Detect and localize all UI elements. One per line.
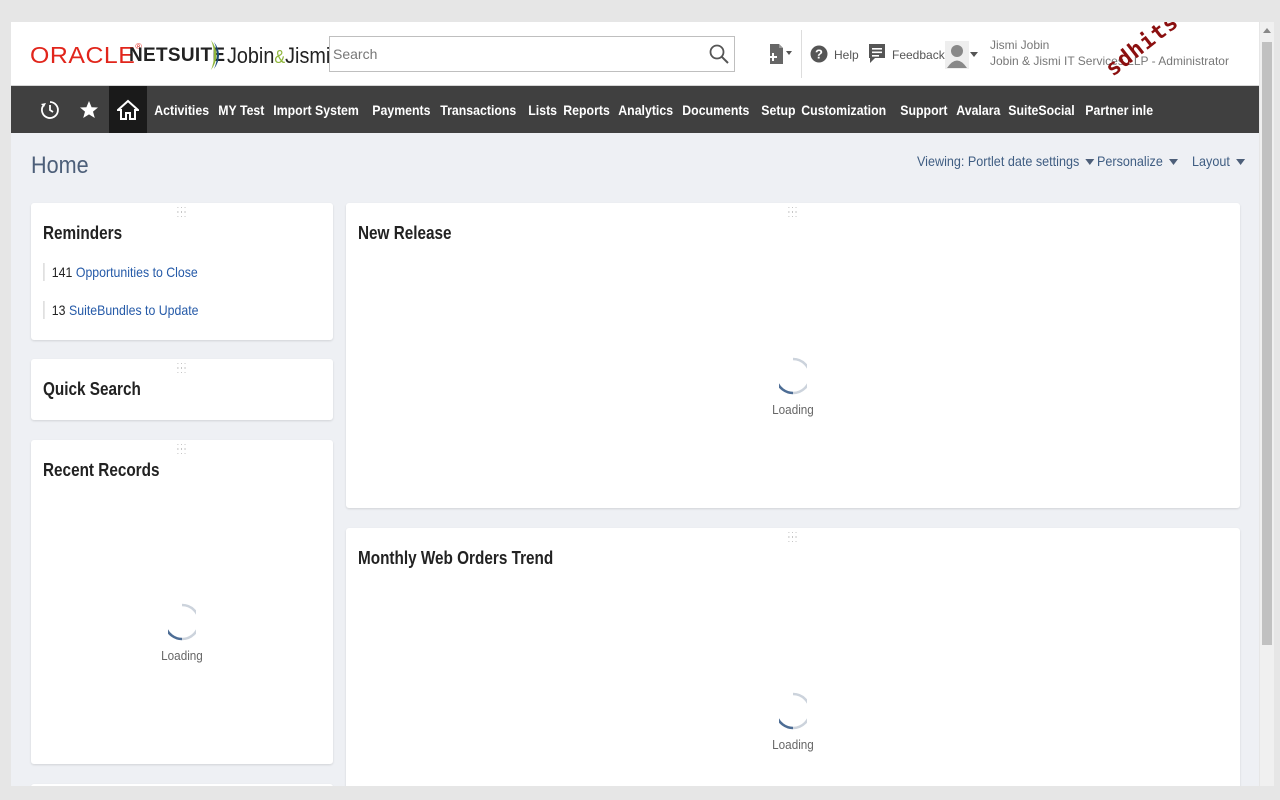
feedback-link[interactable]: Feedback — [892, 48, 945, 62]
nav-item-setup[interactable]: Setup — [756, 102, 801, 118]
reminders-portlet: ⁚⁚⁚ ⁚⁚⁚ Reminders 141 Opportunities to Clo… — [31, 203, 333, 340]
loading-text: Loading — [161, 648, 203, 663]
nav-item-customization[interactable]: Customization — [796, 102, 891, 118]
layout-menu[interactable]: Layout — [1192, 153, 1246, 169]
home-icon — [117, 99, 139, 120]
help-icon[interactable]: ? — [810, 45, 828, 63]
new-release-portlet: ⁚⁚⁚ ⁚⁚⁚ New Release Loading — [346, 203, 1240, 508]
favorites-star-icon — [80, 100, 98, 118]
nav-item-my-test[interactable]: MY Test — [213, 102, 270, 118]
chevron-down-icon — [1085, 159, 1095, 166]
favorites-button[interactable] — [70, 86, 108, 133]
reminder-item[interactable]: 13 SuiteBundles to Update — [43, 301, 198, 319]
nav-item-avalara[interactable]: Avalara — [951, 102, 1006, 118]
drag-handle-icon[interactable]: ⁚⁚⁚ ⁚⁚⁚ — [786, 532, 800, 544]
nav-menu: Activities MY Test Import System Payment… — [149, 86, 1159, 133]
drag-handle-icon[interactable]: ⁚⁚⁚ ⁚⁚⁚ — [175, 444, 189, 456]
viewing-label: Viewing: Portlet date settings — [917, 153, 1080, 169]
personalize-label: Personalize — [1097, 153, 1163, 169]
loading-indicator: Loading — [763, 692, 823, 752]
chevron-down-icon — [1169, 159, 1179, 166]
nav-item-activities[interactable]: Activities — [149, 102, 214, 118]
netsuite-page: ORACLE® NETSUITE Jobin&Jismi ? Help — [11, 22, 1259, 786]
reminder-count: 141 — [51, 264, 73, 280]
reminder-count: 13 — [51, 302, 66, 318]
nav-item-import-system[interactable]: Import System — [268, 102, 364, 118]
drag-handle-icon[interactable]: ⁚⁚⁚ ⁚⁚⁚ — [175, 207, 189, 219]
loading-indicator: Loading — [763, 357, 823, 417]
company-logo[interactable]: Jobin&Jismi — [227, 43, 330, 69]
oracle-logo[interactable]: ORACLE® — [30, 42, 142, 69]
recent-records-portlet: ⁚⁚⁚ ⁚⁚⁚ Recent Records Loading — [31, 440, 333, 764]
nav-item-support[interactable]: Support — [895, 102, 953, 118]
recent-history-icon — [41, 100, 59, 119]
user-name[interactable]: Jismi Jobin — [990, 38, 1049, 52]
help-link[interactable]: Help — [834, 48, 859, 62]
nav-item-payments[interactable]: Payments — [367, 102, 436, 118]
loading-text: Loading — [772, 737, 814, 752]
scroll-up-icon[interactable] — [1263, 28, 1271, 33]
reminder-link-suitebundles[interactable]: SuiteBundles to Update — [69, 302, 198, 318]
drag-handle-icon[interactable]: ⁚⁚⁚ ⁚⁚⁚ — [786, 207, 800, 219]
watermark-text: sdhitscs66 — [1101, 22, 1229, 82]
nav-item-partner[interactable]: Partner inle — [1080, 102, 1158, 118]
oracle-logo-text: ORACLE — [30, 42, 136, 68]
nav-item-analytics[interactable]: Analytics — [613, 102, 678, 118]
search-input[interactable] — [330, 37, 700, 71]
feedback-icon[interactable] — [868, 43, 886, 64]
portlet-title: Quick Search — [43, 379, 141, 399]
header: ORACLE® NETSUITE Jobin&Jismi ? Help — [11, 22, 1259, 86]
monthly-web-orders-portlet: ⁚⁚⁚ ⁚⁚⁚ Monthly Web Orders Trend Loading — [346, 528, 1240, 786]
portlet-title: Monthly Web Orders Trend — [358, 548, 554, 568]
loading-spinner-icon — [774, 357, 812, 395]
company-logo-second: Jismi — [285, 43, 331, 68]
reminder-link-opportunities[interactable]: Opportunities to Close — [76, 264, 198, 280]
company-logo-first: Jobin — [227, 43, 275, 68]
nav-item-suitesocial[interactable]: SuiteSocial — [1003, 102, 1080, 118]
global-search[interactable] — [329, 36, 735, 72]
loading-text: Loading — [772, 402, 814, 417]
create-new-icon[interactable] — [767, 42, 793, 66]
portlet-title: New Release — [358, 223, 452, 243]
nav-item-reports[interactable]: Reports — [558, 102, 615, 118]
loading-indicator: Loading — [152, 603, 212, 663]
svg-text:?: ? — [815, 47, 823, 62]
viewing-portlet-date-settings[interactable]: Viewing: Portlet date settings — [917, 153, 1095, 169]
main-navigation: Activities MY Test Import System Payment… — [11, 86, 1259, 133]
layout-label: Layout — [1192, 153, 1230, 169]
loading-spinner-icon — [774, 692, 812, 730]
portlet-title: Recent Records — [43, 460, 160, 480]
page-title: Home — [31, 152, 89, 179]
company-logo-swoosh-icon — [211, 40, 219, 70]
home-button[interactable] — [109, 86, 147, 133]
reminder-item[interactable]: 141 Opportunities to Close — [43, 263, 198, 281]
user-avatar-icon[interactable] — [945, 41, 979, 69]
search-icon[interactable] — [708, 43, 730, 65]
next-portlet-partial — [31, 784, 333, 786]
scrollbar-thumb[interactable] — [1262, 42, 1272, 645]
nav-item-transactions[interactable]: Transactions — [435, 102, 522, 118]
nav-item-documents[interactable]: Documents — [677, 102, 755, 118]
loading-spinner-icon — [163, 603, 201, 641]
personalize-menu[interactable]: Personalize — [1097, 153, 1179, 169]
chevron-down-icon — [1236, 159, 1246, 166]
recent-history-button[interactable] — [31, 86, 69, 133]
header-divider — [801, 30, 802, 78]
quick-search-portlet: ⁚⁚⁚ ⁚⁚⁚ Quick Search — [31, 359, 333, 420]
company-logo-amp: & — [274, 47, 286, 67]
drag-handle-icon[interactable]: ⁚⁚⁚ ⁚⁚⁚ — [175, 363, 189, 375]
portlet-title: Reminders — [43, 223, 123, 243]
nav-item-lists[interactable]: Lists — [523, 102, 562, 118]
